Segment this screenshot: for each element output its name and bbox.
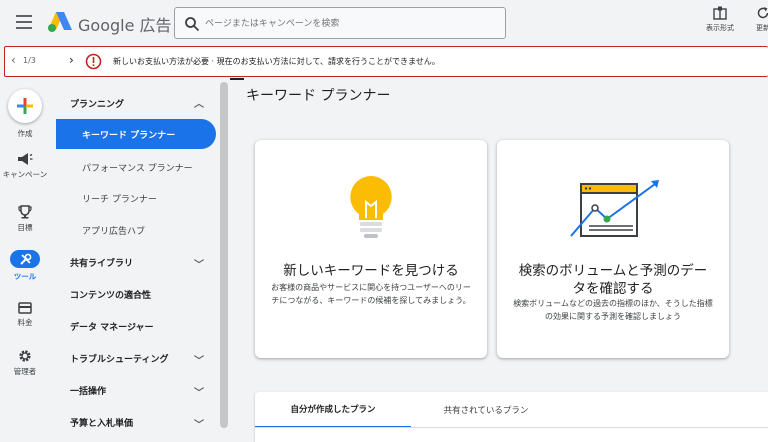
nav-item-keyword-planner[interactable]: キーワード プランナー — [56, 119, 216, 149]
card-description: 検索ボリュームなどの過去の指標のほか、そうした指標の効果に関する予測を確認しまし… — [513, 299, 713, 321]
refresh-label: 更新 — [756, 24, 768, 32]
main-content: キーワード プランナー 新しいキーワードを見つける お客様の商品やサービスに関心… — [228, 80, 768, 442]
discover-keywords-card[interactable]: 新しいキーワードを見つける お客様の商品やサービスに関心を持つユーザーへのリーチ… — [255, 140, 487, 358]
google-ads-logo — [48, 12, 72, 32]
tools-pill — [10, 250, 40, 268]
nav-group-label: 一括操作 — [70, 386, 107, 397]
rail-label-tools: ツール — [13, 272, 37, 281]
view-format-button[interactable]: 表示形式 — [700, 6, 740, 33]
create-button[interactable] — [8, 89, 42, 123]
search-input[interactable] — [205, 15, 495, 33]
card-title: 検索のボリュームと予測のデータを確認する — [518, 263, 708, 297]
nav-group-label: トラブルシューティング — [70, 354, 169, 365]
nav-item-app-ads-hub[interactable]: アプリ広告ハブ — [56, 215, 216, 245]
nav-group-shared-library[interactable]: 共有ライブラリ ﹀ — [56, 247, 216, 277]
rail-label-create: 作成 — [17, 129, 33, 138]
lightbulb-icon — [350, 176, 392, 238]
tab-shared-plans[interactable]: 共有されているプラン — [411, 392, 561, 428]
menu-icon[interactable] — [16, 15, 32, 29]
rail-label-admin: 管理者 — [13, 367, 37, 376]
rail-item-goals[interactable]: 目標 — [0, 205, 50, 233]
rail-item-billing[interactable]: 料金 — [0, 302, 50, 328]
nav-group-bulk-actions[interactable]: 一括操作 ﹀ — [56, 375, 216, 405]
nav-section-planning[interactable]: プランニング ︿ — [56, 88, 216, 118]
nav-item-performance-planner[interactable]: パフォーマンス プランナー — [56, 151, 216, 187]
nav-group-budgets-bids[interactable]: 予算と入札単価 ﹀ — [56, 407, 216, 437]
page-title: キーワード プランナー — [246, 88, 391, 104]
error-icon — [85, 53, 102, 70]
card-description: お客様の商品やサービスに関心を持つユーザーへのリーチにつながる、キーワードの候補… — [271, 283, 471, 305]
rail-item-create[interactable]: 作成 — [0, 89, 50, 139]
tab-my-plans[interactable]: 自分が作成したプラン — [255, 392, 411, 428]
rail-item-tools[interactable]: ツール — [0, 250, 50, 282]
nav-item-reach-planner[interactable]: リーチ プランナー — [56, 183, 216, 213]
forecast-card[interactable]: 検索のボリュームと予測のデータを確認する 検索ボリュームなどの過去の指標のほか、… — [497, 140, 729, 358]
trend-chart-icon — [570, 180, 659, 237]
nav-group-label: 共有ライブラリ — [70, 258, 134, 269]
nav-item-label: アプリ広告ハブ — [82, 226, 146, 237]
chevron-down-icon: ﹀ — [194, 420, 204, 431]
tools-nav: プランニング ︿ キーワード プランナー パフォーマンス プランナー リーチ プ… — [56, 80, 220, 442]
tab-divider — [255, 427, 768, 428]
nav-section-label: プランニング — [70, 99, 125, 110]
gear-icon — [19, 350, 31, 362]
card-icon — [18, 302, 32, 314]
search-box[interactable] — [174, 7, 506, 39]
megaphone-icon — [18, 153, 33, 165]
nav-item-label: リーチ プランナー — [82, 194, 157, 205]
card-title: 新しいキーワードを見つける — [283, 263, 459, 279]
left-rail: 作成 キャンペーン 目標 ツール 料金 管理者 — [0, 80, 56, 442]
rail-label-goals: 目標 — [17, 223, 33, 232]
payment-alert-banner: ‹ 1/3 › 新しいお支払い方法が必要 · 現在のお支払い方法に対して、請求を… — [4, 46, 768, 77]
nav-item-label: パフォーマンス プランナー — [82, 164, 193, 174]
refresh-button[interactable]: 更新 — [748, 6, 768, 33]
view-format-icon — [713, 6, 727, 20]
chevron-up-icon: ︿ — [194, 99, 204, 110]
nav-group-label: 予算と入札単価 — [70, 418, 134, 429]
trophy-icon — [18, 205, 32, 219]
rail-label-campaigns: キャンペーン — [2, 170, 48, 179]
nav-group-label: データ マネージャー — [70, 322, 154, 333]
rail-label-billing: 料金 — [17, 318, 33, 327]
chevron-down-icon: ﹀ — [194, 356, 204, 367]
rail-item-admin[interactable]: 管理者 — [0, 349, 50, 377]
search-icon — [185, 17, 200, 32]
chevron-down-icon: ﹀ — [194, 388, 204, 399]
plans-panel: 自分が作成したプラン 共有されているプラン — [255, 392, 768, 442]
nav-group-label: コンテンツの適合性 — [70, 290, 152, 301]
alert-message: 新しいお支払い方法が必要 · 現在のお支払い方法に対して、請求を行うことができま… — [113, 57, 440, 66]
tab-label: 自分が作成したプラン — [290, 405, 376, 415]
alert-pager: 1/3 — [23, 56, 36, 65]
brand-name: Google 広告 — [78, 16, 172, 35]
top-bar: Google 広告 表示形式 更新 — [0, 0, 768, 46]
rail-item-campaigns[interactable]: キャンペーン — [0, 152, 50, 180]
view-format-label: 表示形式 — [706, 24, 734, 32]
nav-group-data-manager[interactable]: データ マネージャー — [56, 311, 216, 341]
nav-item-label: キーワード プランナー — [82, 130, 176, 141]
tools-icon — [19, 253, 31, 265]
nav-group-troubleshooting[interactable]: トラブルシューティング ﹀ — [56, 343, 216, 373]
tab-label: 共有されているプラン — [443, 406, 529, 416]
chevron-left-icon[interactable]: ‹ — [11, 53, 16, 67]
chevron-right-icon[interactable]: › — [69, 53, 74, 67]
plus-icon — [17, 98, 33, 114]
nav-scrollbar[interactable] — [220, 82, 228, 428]
nav-group-content-suitability[interactable]: コンテンツの適合性 — [56, 279, 216, 309]
chevron-down-icon: ﹀ — [194, 260, 204, 271]
refresh-icon — [757, 7, 768, 19]
